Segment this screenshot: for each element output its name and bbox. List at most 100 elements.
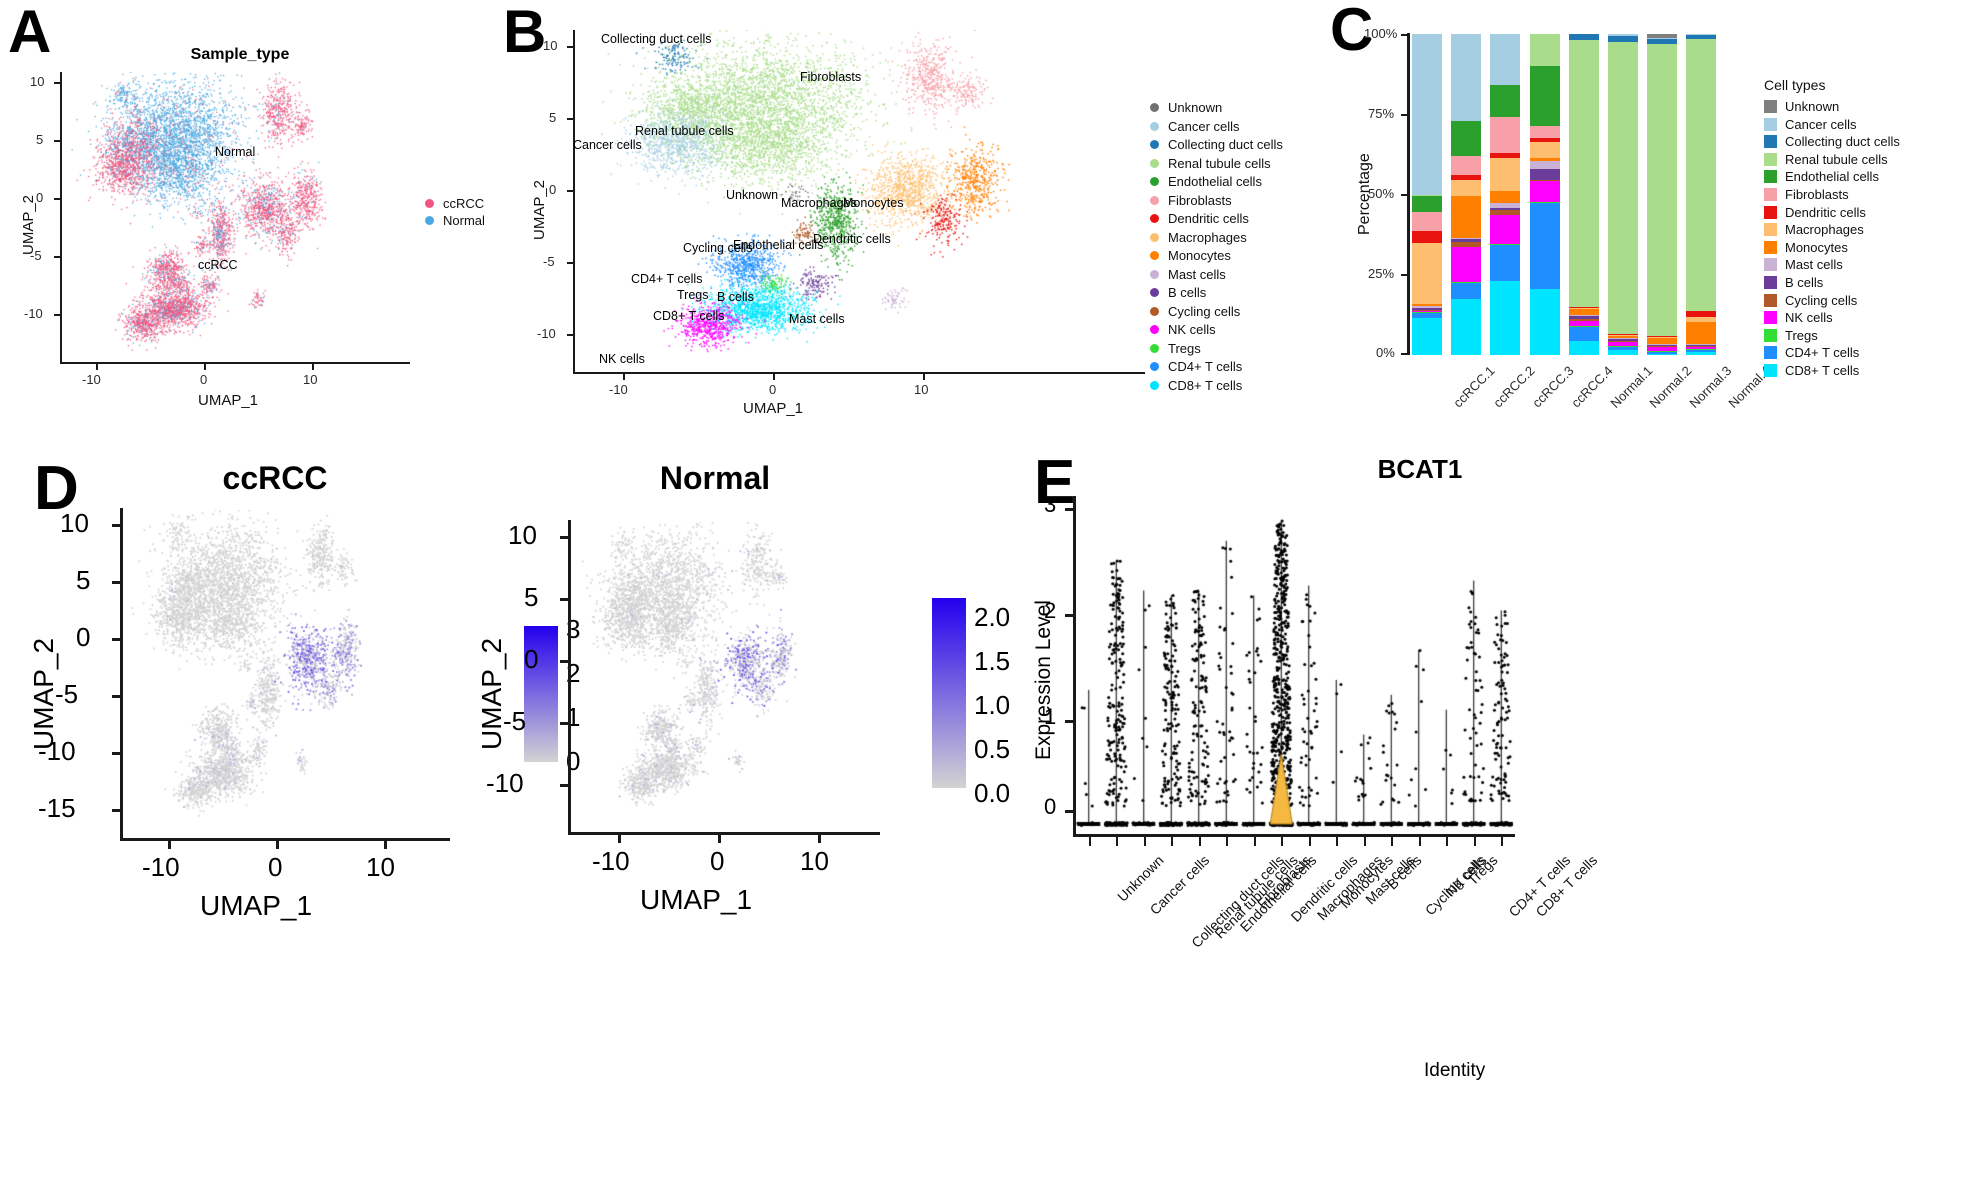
bar-segment [1490,245,1521,281]
panel-a: A Sample_type 10 5 0 -5 -10 -10 0 10 UMA… [8,0,485,410]
legend-item[interactable]: Fibroblasts [1150,193,1283,208]
legend-item[interactable]: Normal [425,213,485,228]
legend-item[interactable]: Macrophages [1150,230,1283,245]
legend-item[interactable]: Fibroblasts [1764,187,1900,202]
bar-column[interactable] [1490,34,1521,355]
legend-item[interactable]: Tregs [1150,341,1283,356]
legend-item[interactable]: Renal tubule cells [1764,152,1900,167]
panel-c: C 100% 75% 50% 25% 0% Percentage ccRCC.1… [1330,0,1965,430]
legend-label: Monocytes [1168,248,1231,263]
panel-e-x-title: Identity [1424,1060,1486,1081]
bar-column[interactable] [1686,34,1717,355]
bar-column[interactable] [1608,34,1638,355]
panel-a-x-title: UMAP_1 [198,392,259,409]
bar-segment [1451,246,1482,282]
panel-c-y-axis [1407,33,1410,355]
bar-segment [1451,238,1482,240]
x-tick-mark [1116,837,1119,846]
bar-segment [1568,321,1599,326]
bar-segment [1529,289,1560,355]
legend-item[interactable]: CD4+ T cells [1150,359,1283,374]
x-tick-label: ccRCC.1 [1450,363,1499,411]
panel-d1-y-axis [120,508,123,838]
bar-segment [1568,326,1599,342]
bar-segment [1451,281,1482,283]
bar-segment [1412,34,1442,195]
legend-item[interactable]: Cancer cells [1764,117,1900,132]
legend-item[interactable]: NK cells [1764,310,1900,325]
bar-segment [1490,117,1521,153]
legend-label: Unknown [1168,100,1223,115]
panel-b-annot-b-cells: B cells [717,290,754,304]
panel-a-annotation-normal: Normal [215,145,256,159]
legend-color-swatch [1764,187,1777,201]
legend-color-swatch [1150,380,1159,390]
bar-segment [1451,282,1482,299]
legend-item[interactable]: Dendritic cells [1764,205,1900,220]
legend-item[interactable]: CD8+ T cells [1150,378,1283,393]
legend-color-swatch [1764,346,1777,360]
bar-column[interactable] [1529,34,1560,355]
panel-b-annot-cycling: Cycling cells [683,241,753,255]
legend-label: Endothelial cells [1168,174,1262,189]
bar-segment [1568,308,1599,310]
legend-item[interactable]: B cells [1764,275,1900,290]
legend-item[interactable]: Mast cells [1150,267,1283,282]
legend-item[interactable]: Cancer cells [1150,119,1283,134]
legend-item[interactable]: Unknown [1764,99,1900,114]
bar-segment [1412,212,1442,232]
x-tick-label: Normal.2 [1646,363,1695,411]
bar-segment [1451,298,1482,355]
bar-segment [1451,175,1482,181]
bar-segment [1529,161,1560,169]
panel-a-title: Sample_type [190,46,290,63]
bar-segment [1608,34,1638,36]
legend-color-swatch [1764,170,1777,184]
bar-segment [1412,318,1442,355]
legend-item[interactable]: Unknown [1150,100,1283,115]
legend-item[interactable]: CD8+ T cells [1764,363,1900,378]
legend-item[interactable]: Dendritic cells [1150,211,1283,226]
bar-segment [1608,338,1638,339]
legend-item[interactable]: Endothelial cells [1764,169,1900,184]
bar-segment [1568,316,1599,320]
legend-item[interactable]: Renal tubule cells [1150,156,1283,171]
legend-color-swatch [1150,177,1159,186]
legend-item[interactable]: Collecting duct cells [1150,137,1283,152]
legend-item[interactable]: Mast cells [1764,257,1900,272]
bar-column[interactable] [1451,34,1482,355]
bar-column[interactable] [1412,34,1442,355]
bar-column[interactable] [1647,34,1678,355]
legend-item[interactable]: ccRCC [425,196,485,211]
bar-segment [1490,210,1521,216]
legend-item[interactable]: Collecting duct cells [1764,134,1900,149]
bar-segment [1451,241,1482,247]
legend-color-swatch [1150,140,1159,149]
legend-item[interactable]: Macrophages [1764,222,1900,237]
bar-column[interactable] [1568,34,1599,355]
legend-color-swatch [1150,195,1159,205]
bar-segment [1412,309,1442,311]
legend-item[interactable]: NK cells [1150,322,1283,337]
legend-color-swatch [1150,306,1159,316]
legend-item[interactable]: Cycling cells [1764,293,1900,308]
legend-label: Cancer cells [1785,116,1857,132]
panel-b-annot-collecting-duct: Collecting duct cells [601,32,712,46]
legend-label: NK cells [1168,322,1216,337]
bar-segment [1647,335,1678,337]
panel-d1-x-title: UMAP_1 [200,890,313,921]
legend-color-swatch [1764,135,1777,149]
legend-item[interactable]: CD4+ T cells [1764,345,1900,360]
legend-color-swatch [1150,158,1159,168]
legend-item[interactable]: Endothelial cells [1150,174,1283,189]
legend-item[interactable]: Monocytes [1150,248,1283,263]
bar-segment [1529,179,1560,181]
panel-b-annot-renal-tubule: Renal tubule cells [635,124,734,138]
legend-label: Macrophages [1785,222,1864,238]
legend-label: Fibroblasts [1168,192,1232,208]
legend-item[interactable]: Tregs [1764,328,1900,343]
legend-item[interactable]: Cycling cells [1150,304,1283,319]
legend-item[interactable]: Monocytes [1764,240,1900,255]
bar-segment [1686,345,1717,347]
legend-item[interactable]: B cells [1150,285,1283,300]
